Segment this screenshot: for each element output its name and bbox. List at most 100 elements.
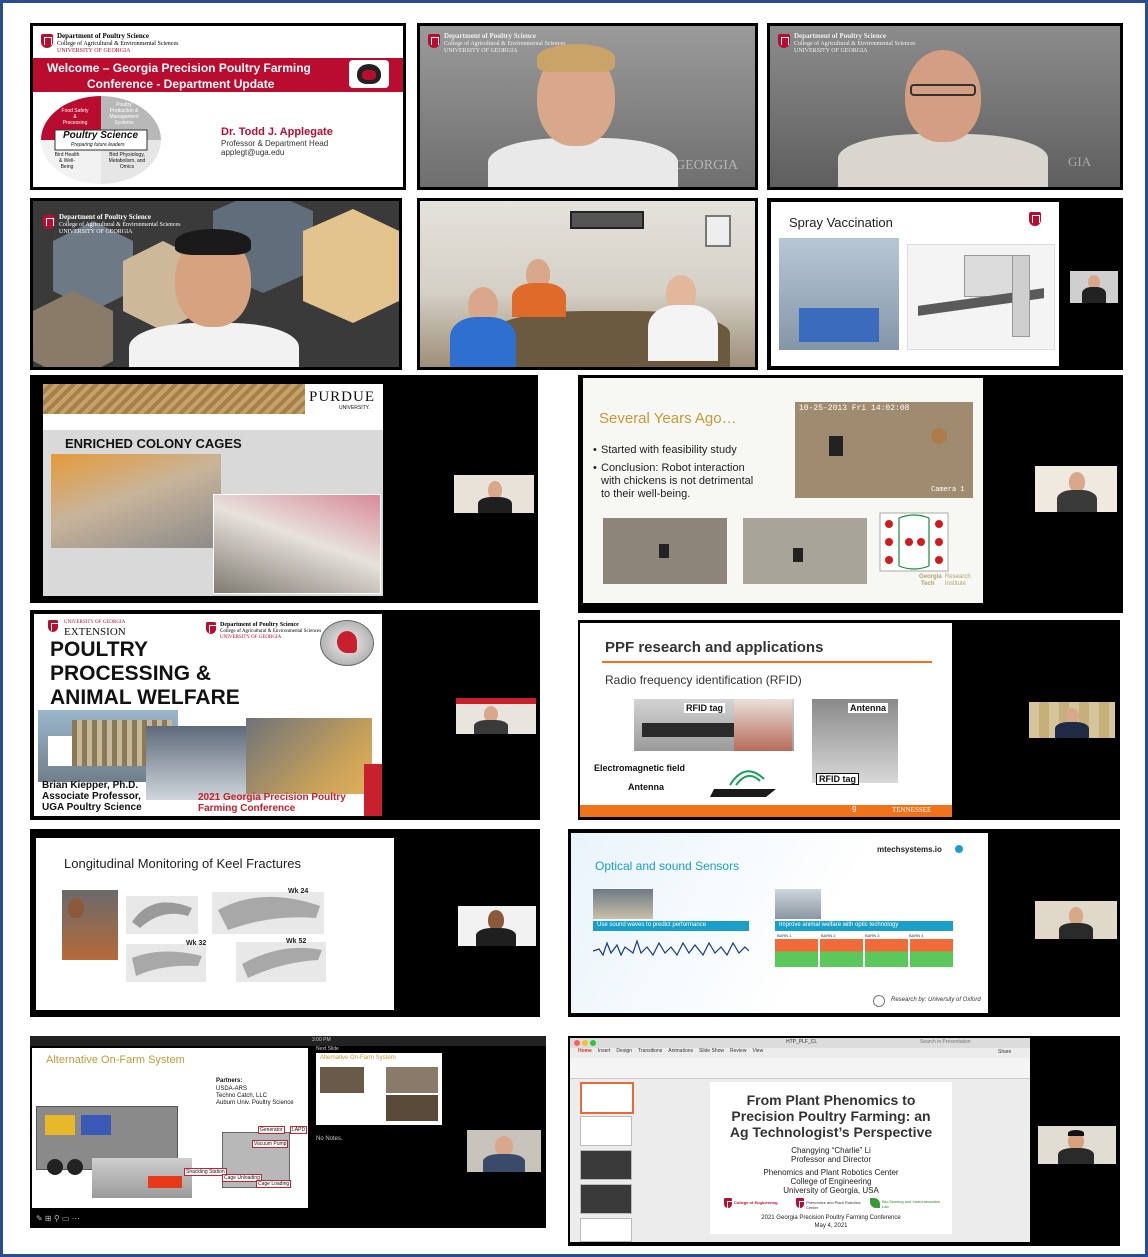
video-timestamp: 10-25-2013 Fri 14:02:08 xyxy=(799,404,910,413)
speaker-thumbnail[interactable] xyxy=(1038,1126,1116,1164)
speaker-thumbnail[interactable] xyxy=(1029,702,1115,738)
purdue-brand: PURDUE xyxy=(309,389,376,405)
tab-view[interactable]: View xyxy=(752,1048,763,1058)
uni-name: UNIVERSITY OF GEORGIA xyxy=(794,48,868,54)
tile-applegate-slide[interactable]: Department of Poultry Science College of… xyxy=(30,23,406,190)
tile-keel-fractures[interactable]: Longitudinal Monitoring of Keel Fracture… xyxy=(30,829,540,1017)
speaker-thumbnail[interactable] xyxy=(1070,271,1118,303)
title-line-2: PROCESSING & xyxy=(50,662,212,685)
college-name: College of Agricultural & Environmental … xyxy=(220,629,322,634)
barn-interior-photo xyxy=(593,889,653,919)
webcam-video: Department of Poultry Science College of… xyxy=(770,26,1120,187)
uni-name: UNIVERSITY OF GEORGIA xyxy=(59,229,133,235)
title-line-3: ANIMAL WELFARE xyxy=(50,686,240,709)
tile-ppf-research[interactable]: PPF research and applications Radio freq… xyxy=(578,620,1120,820)
hens-cage-photo-1 xyxy=(51,454,221,548)
shackling-label: Shackling Station xyxy=(184,1168,227,1176)
slide-thumbnails[interactable] xyxy=(576,1082,634,1242)
wheel-tagline: Preparing future leaders xyxy=(71,142,125,148)
partner-2: Techno Catch, LLC xyxy=(216,1093,268,1099)
week-24-label: Wk 24 xyxy=(288,888,309,895)
wheel-prod-label: Poultry Production & Management Systems xyxy=(109,102,139,126)
minimize-icon[interactable] xyxy=(582,1040,588,1046)
tile-optical-sound-sensors[interactable]: Optical and sound Sensors mtechsystems.i… xyxy=(568,829,1120,1017)
speaker-thumbnail[interactable] xyxy=(1035,466,1117,512)
main-slide-canvas[interactable]: From Plant Phenomics to Precision Poultr… xyxy=(710,1082,952,1234)
partner-3: Auburn Univ. Poultry Science xyxy=(216,1100,294,1106)
speaker-hair xyxy=(175,229,251,255)
hen-leg-tag-photo xyxy=(734,699,792,751)
site-url: mtechsystems.io xyxy=(877,845,942,854)
poultry-processing-slide: UNIVERSITY OF GEORGIA EXTENSION Departme… xyxy=(34,614,382,816)
spray-vaccination-slide: Spray Vaccination xyxy=(771,202,1059,366)
tile-alternative-on-farm[interactable]: 3:00 PM Alternative On-Farm System Partn… xyxy=(30,1036,546,1228)
antenna-top-label: Antenna xyxy=(848,703,888,713)
college-name: College of Agricultural & Environmental … xyxy=(794,41,916,47)
barn-3-label: BARN 3 xyxy=(865,933,880,938)
bullet-1: Started with feasibility study xyxy=(601,444,737,456)
tile-webcam-speaker-1[interactable]: Department of Poultry Science College of… xyxy=(417,23,758,190)
speaker-notes: No Notes. xyxy=(316,1136,343,1142)
uni-name: University of Georgia, USA xyxy=(783,1186,879,1195)
mtech-logo-icon xyxy=(955,845,963,853)
tile-webcam-speaker-2[interactable]: Department of Poultry Science College of… xyxy=(767,23,1123,190)
bullet-dot-1: • xyxy=(593,444,597,456)
barn-4-label: BARN 4 xyxy=(909,933,924,938)
robot-path-diagram xyxy=(879,512,949,572)
tab-animations[interactable]: Animations xyxy=(668,1048,693,1058)
speaker-thumbnail[interactable] xyxy=(458,906,536,946)
uga-logo xyxy=(206,622,217,634)
gtri-logo-institute: Institute xyxy=(945,581,967,587)
speaker-thumbnail[interactable] xyxy=(456,698,536,734)
pprc-logo xyxy=(796,1198,807,1209)
keel-fractures-slide: Longitudinal Monitoring of Keel Fracture… xyxy=(36,838,394,1010)
next-slide-preview[interactable]: Alternative On-Farm System xyxy=(316,1053,442,1125)
center-name: Phenomics and Plant Robotics Center xyxy=(763,1168,899,1177)
tab-insert[interactable]: Insert xyxy=(598,1048,611,1058)
enriched-colony-slide: PURDUE UNIVERSITY. ENRICHED COLONY CAGES xyxy=(43,384,383,596)
speaker-hair xyxy=(1068,1130,1084,1136)
tab-home[interactable]: Home xyxy=(578,1048,592,1058)
wheel-health-label: Bird Health & Well-Being xyxy=(54,152,80,170)
share-button[interactable]: Share xyxy=(998,1049,1011,1055)
pprc-logo-text: Phenomics and Plant Robotics Center xyxy=(806,1200,861,1210)
gtri-logo-tech: Tech xyxy=(921,581,935,587)
dept-header: Department of Poultry Science College of… xyxy=(220,622,321,641)
college-name: College of Agricultural & Environmental … xyxy=(57,41,179,47)
uga-logo xyxy=(41,34,53,48)
tile-several-years-ago[interactable]: Several Years Ago… Started with feasibil… xyxy=(578,375,1123,613)
tile-powerpoint-editor[interactable]: HTP_PLF_CL Search in Presentation Home I… xyxy=(568,1036,1120,1246)
em-field-label: Electromagnetic field xyxy=(594,763,686,773)
tab-slide-show[interactable]: Slide Show xyxy=(699,1048,724,1058)
tab-review[interactable]: Review xyxy=(730,1048,746,1058)
speaker-thumbnail[interactable] xyxy=(1035,901,1117,939)
speaker-glasses xyxy=(910,84,976,96)
coe-logo-text: College of Engineering xyxy=(734,1200,778,1205)
uni-name: UNIVERSITY OF GEORGIA xyxy=(444,48,518,54)
speaker-role: Professor & Department Head xyxy=(221,139,329,148)
speaker-thumbnail[interactable] xyxy=(467,1130,541,1172)
presenter-toolbar xyxy=(30,1036,546,1046)
tile-webcam-conference-room[interactable] xyxy=(417,198,758,370)
speaker-thumbnail[interactable] xyxy=(454,475,534,513)
rfid-tag-label-2: RFID tag xyxy=(816,773,859,785)
tab-design[interactable]: Design xyxy=(616,1048,632,1058)
conference-line-2: Farming Conference xyxy=(198,803,296,814)
presenter-bottom-tools[interactable]: ✎ ⊞ ⚲ ▭ ⋯ xyxy=(36,1214,116,1224)
dept-name: Department of Poultry Science xyxy=(57,32,149,40)
tab-transitions[interactable]: Transitions xyxy=(638,1048,662,1058)
tile-enriched-colony-cages[interactable]: PURDUE UNIVERSITY. ENRICHED COLONY CAGES xyxy=(30,375,538,603)
close-icon[interactable] xyxy=(574,1040,580,1046)
tile-spray-vaccination[interactable]: Spray Vaccination xyxy=(767,198,1123,370)
uga-logo xyxy=(778,34,790,48)
tile-poultry-processing[interactable]: UNIVERSITY OF GEORGIA EXTENSION Departme… xyxy=(30,610,540,820)
red-accent-bar xyxy=(364,764,382,816)
sound-wave-chart xyxy=(593,939,749,957)
speaker-hair xyxy=(537,44,615,72)
purdue-brand-sub: UNIVERSITY. xyxy=(339,405,370,411)
generator-label: Generator xyxy=(258,1126,285,1134)
tile-webcam-speaker-3[interactable]: Department of Poultry Science College of… xyxy=(30,198,402,370)
webcam-video xyxy=(420,201,755,367)
search-box[interactable]: Search in Presentation xyxy=(920,1039,971,1045)
zoom-icon[interactable] xyxy=(590,1040,596,1046)
